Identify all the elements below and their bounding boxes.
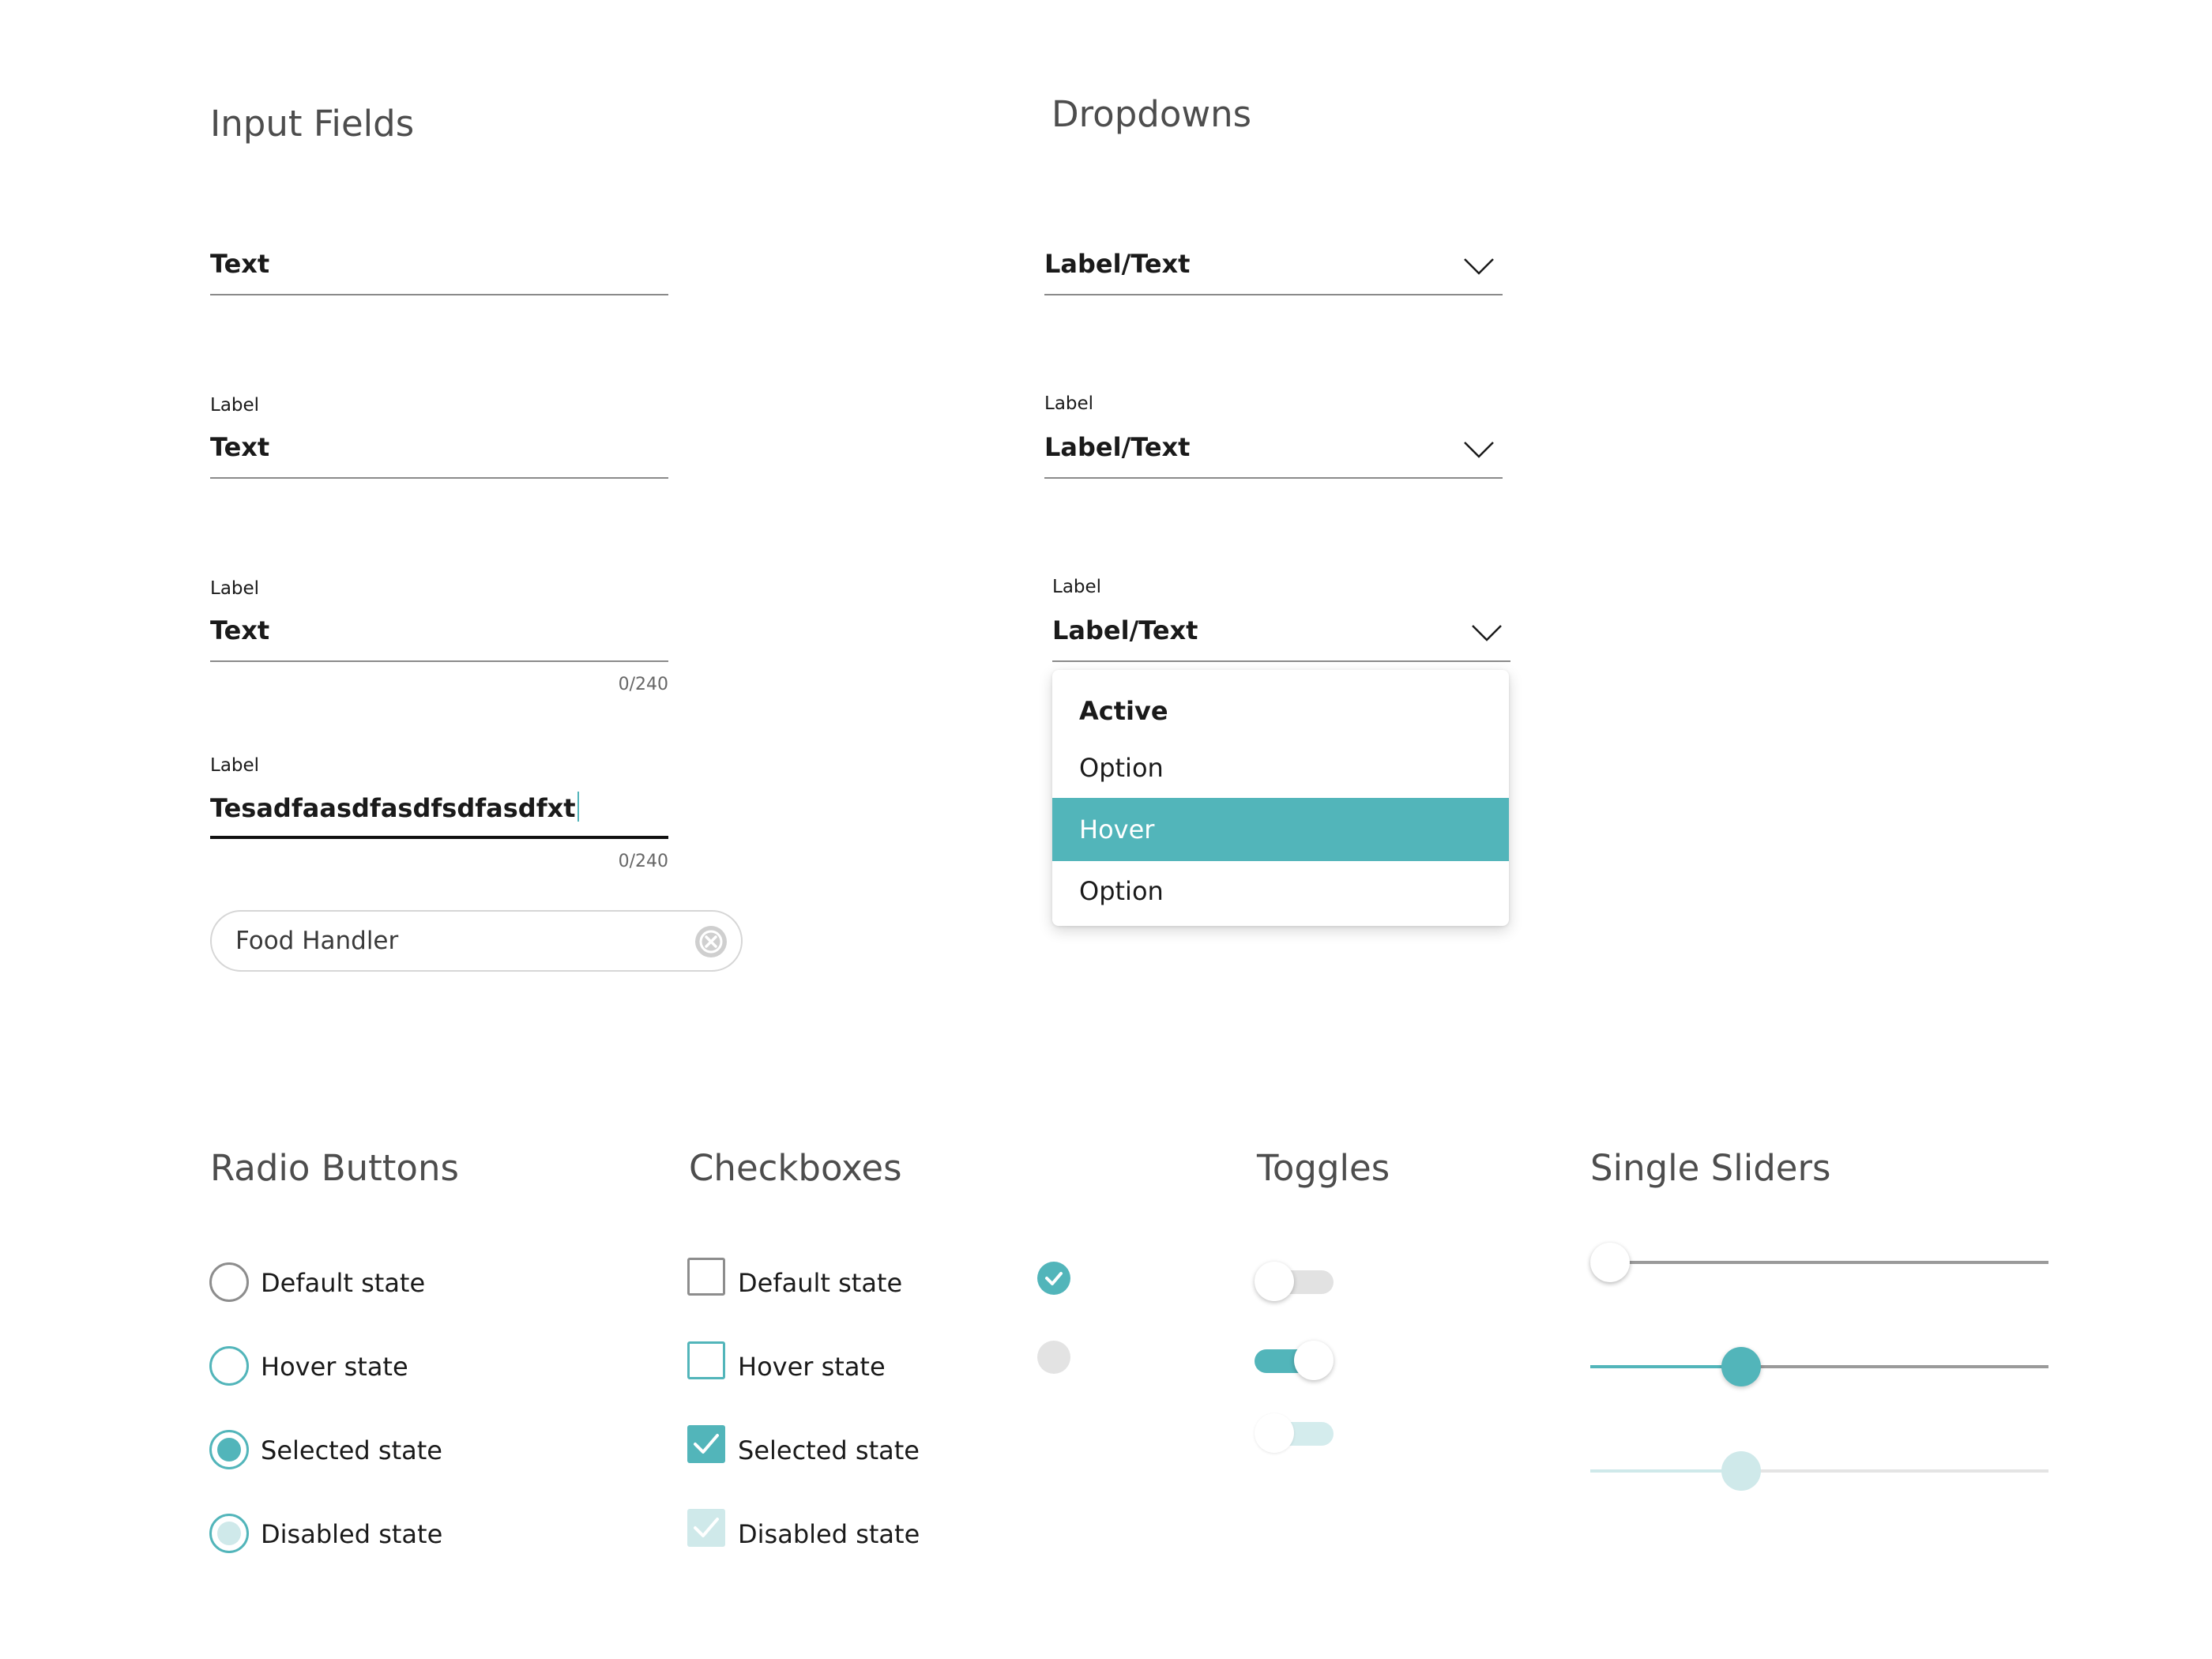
toggle-knob	[1294, 1341, 1334, 1380]
checkbox-label: Default state	[738, 1268, 903, 1298]
toggle-knob	[1255, 1413, 1294, 1453]
checkbox-label: Selected state	[738, 1435, 920, 1465]
slider-default[interactable]	[1590, 1239, 2048, 1286]
menu-item-active[interactable]: Active	[1052, 679, 1509, 743]
toggle-on[interactable]	[1255, 1338, 1334, 1382]
checkbox-label: Hover state	[738, 1352, 886, 1382]
toggle-knob	[1255, 1262, 1294, 1301]
checkbox-label: Disabled state	[738, 1519, 920, 1549]
section-title-toggles: Toggles	[1257, 1147, 1390, 1189]
close-circle-icon[interactable]	[695, 926, 727, 957]
menu-item-label: Option	[1079, 753, 1164, 783]
section-title-input-fields: Input Fields	[210, 103, 415, 145]
check-circle-icon[interactable]	[1037, 1262, 1070, 1295]
input-label: Label	[210, 395, 260, 416]
radio-label: Disabled state	[261, 1519, 443, 1549]
section-title-single-sliders: Single Sliders	[1590, 1147, 1831, 1189]
radio-disabled	[209, 1514, 249, 1553]
section-title-checkboxes: Checkboxes	[689, 1147, 902, 1189]
section-title-dropdowns: Dropdowns	[1051, 93, 1252, 135]
toggle-disabled	[1255, 1411, 1334, 1455]
checkbox-selected[interactable]	[687, 1425, 725, 1463]
input-value: Text	[210, 615, 270, 645]
text-input-focused[interactable]: Label Tesadfaasdfasdfsdfasdfxt 0/240	[210, 757, 668, 872]
slider-fill	[1590, 1365, 1742, 1368]
radio-label: Hover state	[261, 1352, 408, 1382]
checkbox-disabled	[687, 1509, 725, 1547]
close-x-icon	[699, 930, 723, 954]
radio-selected[interactable]	[209, 1430, 249, 1469]
menu-item-hover[interactable]: Hover	[1052, 798, 1509, 861]
checkbox-default[interactable]	[687, 1258, 725, 1296]
input-value: Tesadfaasdfasdfsdfasdfxt	[210, 792, 579, 822]
section-title-radio-buttons: Radio Buttons	[210, 1147, 459, 1189]
input-underline	[210, 294, 668, 295]
dropdown-plain[interactable]: Label/Text	[1044, 237, 1503, 297]
dropdown-label: Label	[1052, 577, 1102, 597]
chevron-down-icon	[1472, 625, 1502, 641]
slider-active[interactable]	[1590, 1343, 2048, 1390]
dropdown-open[interactable]: Label Label/Text	[1052, 578, 1510, 664]
checkbox-hover[interactable]	[687, 1341, 725, 1379]
input-label: Label	[210, 578, 260, 599]
input-value: Text	[210, 432, 270, 462]
toggle-off[interactable]	[1255, 1259, 1334, 1304]
character-counter: 0/240	[618, 852, 668, 871]
text-input-with-counter[interactable]: Label Text 0/240	[210, 580, 668, 695]
slider-thumb	[1721, 1451, 1762, 1491]
menu-item-label: Option	[1079, 876, 1164, 906]
radio-label: Selected state	[261, 1435, 442, 1465]
check-icon	[694, 1434, 719, 1454]
radio-default[interactable]	[209, 1262, 249, 1302]
slider-fill	[1590, 1469, 1742, 1473]
input-underline	[210, 660, 668, 662]
dropdown-menu: Active Option Hover Option	[1052, 670, 1509, 926]
chip-input[interactable]: Food Handler	[210, 910, 743, 972]
slider-thumb[interactable]	[1721, 1347, 1762, 1386]
check-icon	[694, 1518, 719, 1537]
dropdown-labeled[interactable]: Label Label/Text	[1044, 395, 1503, 480]
dropdown-underline	[1052, 660, 1510, 662]
input-label: Label	[210, 755, 260, 776]
dropdown-value: Label/Text	[1052, 615, 1198, 645]
slider-disabled	[1590, 1447, 2048, 1495]
circle-icon	[1037, 1341, 1070, 1374]
text-input-plain[interactable]: Text	[210, 237, 668, 297]
dropdown-underline	[1044, 477, 1503, 479]
input-value: Text	[210, 249, 270, 279]
menu-item-label: Active	[1079, 696, 1168, 726]
input-underline	[210, 477, 668, 479]
input-value-text: Tesadfaasdfasdfsdfasdfxt	[210, 793, 576, 823]
radio-hover[interactable]	[209, 1346, 249, 1386]
dropdown-underline	[1044, 294, 1503, 295]
check-icon	[1045, 1272, 1063, 1285]
text-caret	[577, 792, 579, 822]
character-counter: 0/240	[618, 675, 668, 694]
menu-item-option[interactable]: Option	[1052, 860, 1509, 923]
menu-item-option[interactable]: Option	[1052, 736, 1509, 799]
dropdown-value: Label/Text	[1044, 249, 1191, 279]
radio-label: Default state	[261, 1268, 426, 1298]
chevron-down-icon	[1464, 442, 1494, 458]
dropdown-value: Label/Text	[1044, 432, 1191, 462]
input-underline-active	[210, 836, 668, 839]
chip-input-value: Food Handler	[235, 927, 399, 955]
text-input-labeled[interactable]: Label Text	[210, 397, 668, 480]
slider-thumb[interactable]	[1590, 1243, 1630, 1282]
dropdown-label: Label	[1044, 393, 1094, 414]
slider-rail	[1590, 1261, 2048, 1264]
chevron-down-icon	[1464, 258, 1494, 275]
menu-item-label: Hover	[1079, 814, 1155, 845]
